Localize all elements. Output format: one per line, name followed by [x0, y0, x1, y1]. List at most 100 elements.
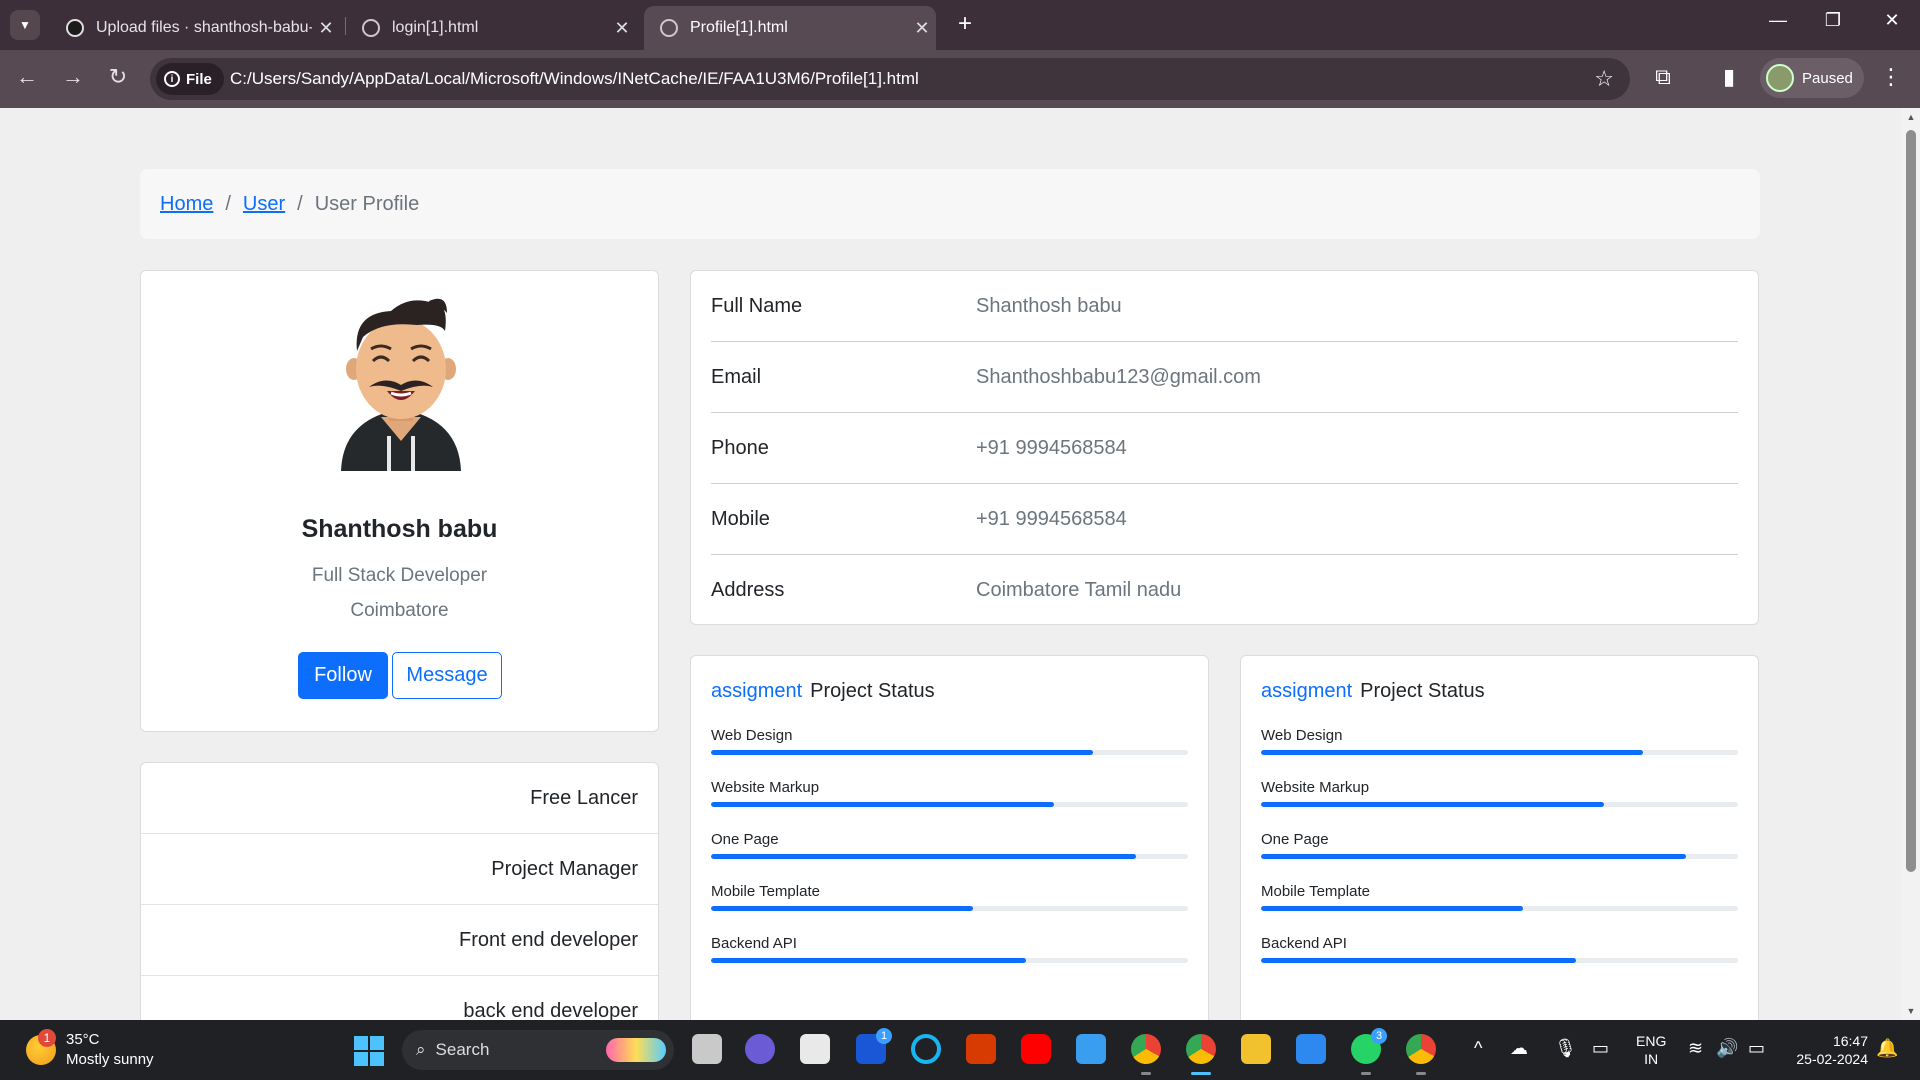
scroll-up-icon[interactable]: ▲	[1902, 112, 1920, 122]
progress-fill	[711, 802, 1055, 807]
avatar	[341, 298, 461, 471]
browser-toolbar: ← → ↻ i File C:/Users/Sandy/AppData/Loca…	[0, 50, 1920, 108]
photos-icon[interactable]	[1296, 1034, 1326, 1064]
extensions-icon[interactable]: ⧉	[1648, 64, 1678, 90]
skill-label: Web Design	[711, 727, 793, 744]
profile-name: Shanthosh babu	[301, 515, 498, 543]
progress-bar	[711, 854, 1188, 859]
clock-date: 25-02-2024	[1796, 1051, 1868, 1067]
close-icon[interactable]: ✕	[312, 18, 340, 39]
chevron-up-icon[interactable]: ^	[1474, 1038, 1482, 1059]
breadcrumb-user[interactable]: User	[243, 193, 285, 216]
battery-icon[interactable]: ▭	[1748, 1038, 1765, 1059]
message-button[interactable]: Message	[392, 652, 502, 699]
tab-profile[interactable]: Profile[1].html ✕	[644, 6, 936, 50]
restore-icon[interactable]: ❐	[1813, 10, 1853, 31]
chrome-icon[interactable]	[1131, 1034, 1161, 1064]
skill-item: Mobile Template	[711, 883, 1188, 911]
task-view-icon[interactable]	[692, 1034, 722, 1064]
skill-item: Website Markup	[1261, 779, 1738, 807]
reload-icon[interactable]: ↻	[103, 64, 133, 90]
clock-time: 16:47	[1832, 1033, 1868, 1049]
system-clock[interactable]: 16:47 25-02-2024	[1788, 1032, 1868, 1068]
teams-icon[interactable]	[745, 1034, 775, 1064]
close-icon[interactable]: ✕	[908, 18, 936, 39]
office-icon[interactable]	[966, 1034, 996, 1064]
tab-title: Upload files · shanthosh-babu-l	[96, 19, 312, 36]
progress-fill	[711, 750, 1093, 755]
breadcrumb-separator: /	[225, 192, 231, 215]
scrollbar-thumb[interactable]	[1906, 130, 1916, 872]
status-heading: Project Status	[810, 680, 935, 702]
language-indicator[interactable]: ENG IN	[1636, 1032, 1666, 1068]
minimize-icon[interactable]: —	[1758, 10, 1798, 31]
alexa-icon[interactable]	[911, 1034, 941, 1064]
tab-upload-files[interactable]: Upload files · shanthosh-babu-l ✕	[50, 6, 340, 50]
windows-start-icon[interactable]	[354, 1036, 384, 1066]
project-status-card: assigment Project Status Web Design Websi…	[690, 655, 1209, 1020]
volume-icon[interactable]: 🔊	[1716, 1038, 1738, 1059]
page-scrollbar[interactable]: ▲ ▼	[1902, 108, 1920, 1020]
close-window-icon[interactable]: ✕	[1872, 10, 1912, 31]
breadcrumb-current: User Profile	[314, 192, 420, 215]
profile-city: Coimbatore	[350, 600, 449, 621]
list-item: Free Lancer	[141, 763, 658, 834]
running-indicator	[1361, 1072, 1371, 1075]
file-explorer-icon[interactable]	[1241, 1034, 1271, 1064]
search-label: Search	[435, 1040, 490, 1059]
bookmark-star-icon[interactable]: ☆	[1594, 66, 1614, 92]
status-card-title: assigment Project Status	[1261, 680, 1738, 703]
taskbar-search[interactable]: ⌕ Search	[402, 1030, 674, 1070]
new-tab-button[interactable]: +	[950, 10, 980, 38]
youtube-icon[interactable]	[1021, 1034, 1051, 1064]
l-app-icon[interactable]: 1	[856, 1028, 892, 1064]
url-text[interactable]: C:/Users/Sandy/AppData/Local/Microsoft/W…	[230, 69, 919, 89]
more-menu-icon[interactable]: ⋮	[1880, 64, 1902, 90]
tab-login[interactable]: login[1].html ✕	[346, 6, 636, 50]
tab-search-button[interactable]: ▼	[10, 10, 40, 40]
progress-fill	[1261, 802, 1605, 807]
status-card-title: assigment Project Status	[711, 680, 1188, 703]
skill-item: Mobile Template	[1261, 883, 1738, 911]
detail-row-mobile: Mobile +91 9994568584	[711, 484, 1738, 555]
windows-taskbar: 1 35°C Mostly sunny ⌕ Search 1 3 ^ ☁ 🎙 ▭…	[0, 1020, 1920, 1080]
notepad-icon[interactable]	[1076, 1034, 1106, 1064]
site-info-chip[interactable]: i File	[156, 63, 224, 95]
store-icon[interactable]	[800, 1034, 830, 1064]
chrome-active-icon[interactable]	[1186, 1034, 1216, 1064]
side-panel-icon[interactable]: ▮	[1714, 64, 1744, 90]
microphone-icon[interactable]: 🎙	[1554, 1038, 1577, 1059]
close-icon[interactable]: ✕	[608, 18, 636, 39]
progress-fill	[1261, 906, 1524, 911]
progress-bar	[711, 958, 1188, 963]
profile-role: Full Stack Developer	[311, 565, 488, 586]
progress-bar	[1261, 906, 1738, 911]
detail-value: Coimbatore Tamil nadu	[976, 579, 1182, 601]
list-item: Front end developer	[141, 905, 658, 976]
skill-label: Web Design	[1261, 727, 1343, 744]
forward-arrow-icon[interactable]: →	[58, 64, 88, 90]
chrome-profile-icon[interactable]	[1406, 1034, 1436, 1064]
detail-row-address: Address Coimbatore Tamil nadu	[711, 555, 1738, 626]
follow-button[interactable]: Follow	[298, 652, 388, 699]
wifi-icon[interactable]: ≋	[1688, 1038, 1703, 1059]
back-arrow-icon[interactable]: ←	[12, 64, 42, 90]
page-viewport: Home / User / User Profile Shanthosh bab…	[0, 108, 1902, 1020]
skill-label: One Page	[711, 831, 779, 848]
cloud-icon[interactable]: ☁	[1510, 1038, 1528, 1059]
scroll-down-icon[interactable]: ▼	[1902, 1006, 1920, 1016]
profile-paused-button[interactable]: Paused	[1760, 58, 1864, 98]
display-icon[interactable]: ▭	[1592, 1038, 1609, 1059]
lang-top: ENG	[1636, 1033, 1667, 1049]
skill-label: Backend API	[711, 935, 797, 952]
notification-bell-icon[interactable]: 🔔	[1876, 1038, 1898, 1059]
weather-temp: 35°C	[66, 1031, 100, 1048]
weather-desc: Mostly sunny	[66, 1051, 154, 1068]
whatsapp-icon[interactable]: 3	[1351, 1028, 1387, 1064]
globe-icon	[660, 19, 678, 37]
address-bar[interactable]: i File C:/Users/Sandy/AppData/Local/Micr…	[150, 58, 1630, 100]
breadcrumb-home[interactable]: Home	[160, 193, 213, 216]
detail-row-email: Email Shanthoshbabu123@gmail.com	[711, 342, 1738, 413]
detail-value: +91 9994568584	[976, 436, 1127, 459]
weather-widget[interactable]: 1 35°C Mostly sunny	[26, 1029, 154, 1070]
